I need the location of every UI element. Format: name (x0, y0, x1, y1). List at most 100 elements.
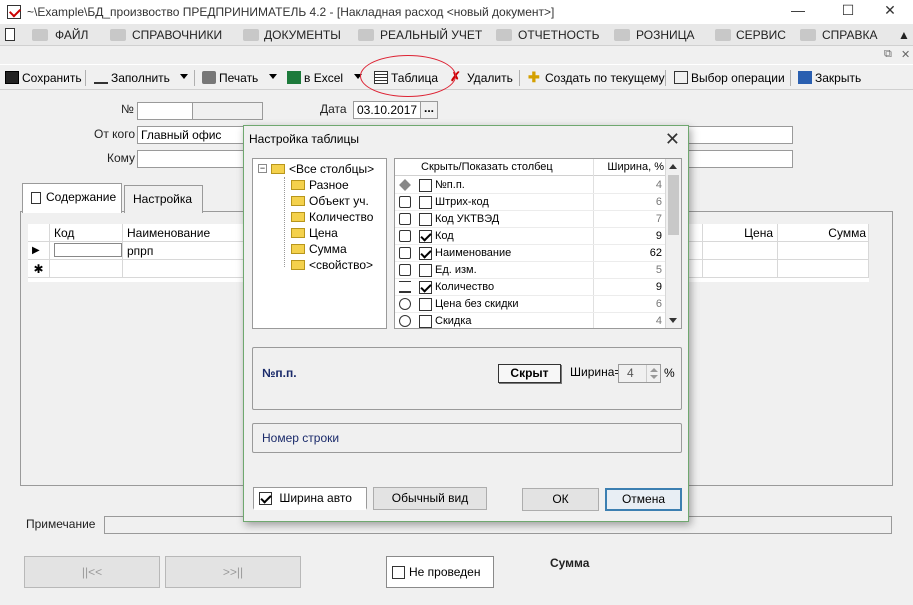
fill-dropdown-icon[interactable] (180, 74, 188, 79)
toolbar-separator (790, 70, 791, 86)
grid-cell-price[interactable] (703, 242, 778, 260)
tree-node-property[interactable]: <свойство> (291, 257, 373, 273)
close-document-button[interactable]: Закрыть (798, 68, 861, 88)
delete-button[interactable]: ✗ Удалить (450, 68, 513, 88)
column-visibility-checkbox[interactable] (419, 213, 432, 226)
mdi-restore-button[interactable]: ⧉ (884, 48, 892, 61)
grid-header-sum[interactable]: Сумма (778, 224, 869, 242)
tab-settings[interactable]: Настройка (124, 185, 203, 213)
column-width: 5 (655, 264, 662, 276)
excel-button[interactable]: в Excel (287, 68, 343, 88)
menu-references[interactable]: СПРАВОЧНИКИ (132, 24, 222, 46)
grid-cell-sum[interactable] (778, 242, 869, 260)
tree-node-price[interactable]: Цена (291, 225, 338, 241)
help-arrow-icon[interactable]: ▲ (898, 24, 910, 46)
dialog-title: Настройка таблицы (249, 132, 359, 146)
date-label: Дата (320, 102, 347, 116)
menu-documents[interactable]: ДОКУМЕНТЫ (264, 24, 341, 46)
column-row[interactable]: Наименование 62 (395, 245, 666, 262)
column-name-header: Скрыть/Показать столбец (421, 161, 553, 173)
choose-operation-button[interactable]: Выбор операции (674, 68, 785, 88)
coin-icon (399, 315, 411, 327)
folder-icon (291, 227, 305, 238)
column-row[interactable]: №п.п. 4 (395, 177, 666, 194)
tree-node-object[interactable]: Объект уч. (291, 193, 369, 209)
column-row[interactable]: Скидка 4 (395, 313, 666, 328)
folder-icon (32, 29, 48, 41)
grid-header-price[interactable]: Цена (703, 224, 778, 242)
tree-node-all[interactable]: <Все столбцы> (271, 161, 374, 177)
toolbar-separator (85, 70, 86, 86)
cancel-button[interactable]: Отмена (605, 488, 682, 511)
tab-content[interactable]: Содержание (22, 183, 122, 213)
new-row-icon[interactable]: ✱ (28, 260, 50, 278)
column-visibility-checkbox[interactable] (419, 230, 432, 243)
dialog-close-button[interactable]: ✕ (665, 128, 680, 150)
tree-node-misc[interactable]: Разное (291, 177, 349, 193)
close-window-button[interactable]: ✕ (867, 0, 913, 22)
column-visibility-checkbox[interactable] (419, 298, 432, 311)
tree-line (284, 177, 285, 267)
auto-width-checkbox[interactable] (259, 492, 272, 506)
column-visibility-checkbox[interactable] (419, 315, 432, 328)
column-row[interactable]: Код УКТВЭД 7 (395, 211, 666, 228)
new-row-cell[interactable] (703, 260, 778, 278)
column-row[interactable]: Код 9 (395, 228, 666, 245)
mdi-close-button[interactable]: ✕ (901, 48, 910, 61)
menu-file[interactable]: ФАЙЛ (55, 24, 88, 46)
maximize-button[interactable]: ☐ (825, 0, 871, 22)
scroll-up-icon[interactable] (669, 164, 677, 169)
column-visibility-checkbox[interactable] (419, 264, 432, 277)
scroll-thumb[interactable] (668, 175, 679, 235)
column-row[interactable]: Штрих-код 6 (395, 194, 666, 211)
ok-button[interactable]: ОК (522, 488, 599, 511)
menu-reports[interactable]: ОТЧЕТНОСТЬ (518, 24, 599, 46)
note-label: Примечание (26, 517, 96, 531)
new-row-cell[interactable] (50, 260, 123, 278)
minimize-button[interactable]: — (775, 0, 821, 22)
folder-icon (291, 179, 305, 190)
operation-icon (674, 71, 688, 85)
column-visibility-checkbox[interactable] (419, 247, 432, 260)
auto-width-toggle[interactable]: Ширина авто (253, 487, 367, 510)
print-dropdown-icon[interactable] (269, 74, 277, 79)
column-row[interactable]: Цена без скидки 6 (395, 296, 666, 313)
column-visibility-checkbox[interactable] (419, 179, 432, 192)
column-visibility-checkbox[interactable] (419, 196, 432, 209)
row-selector-icon[interactable]: ▶ (28, 242, 50, 260)
tree-node-quantity[interactable]: Количество (291, 209, 373, 225)
posted-checkbox[interactable] (392, 566, 405, 579)
print-button[interactable]: Печать (202, 68, 258, 88)
column-name: Штрих-код (435, 196, 489, 208)
columns-list-scrollbar[interactable] (665, 159, 681, 328)
visibility-toggle-button[interactable]: Скрыт (498, 364, 561, 383)
normal-view-button[interactable]: Обычный вид (373, 487, 487, 510)
menu-retail[interactable]: РОЗНИЦА (636, 24, 695, 46)
menu-service[interactable]: СЕРВИС (736, 24, 786, 46)
number-field[interactable] (137, 102, 193, 120)
nav-first-button[interactable]: ||<< (24, 556, 160, 588)
coin-icon (399, 298, 411, 310)
stepper-arrows-icon[interactable] (646, 365, 660, 382)
tree-collapse-toggle[interactable]: − (258, 164, 267, 173)
column-row[interactable]: Количество 9 (395, 279, 666, 296)
menu-help[interactable]: СПРАВКА (822, 24, 878, 46)
new-row-cell[interactable] (778, 260, 869, 278)
grid-header-code[interactable]: Код (50, 224, 123, 242)
tree-node-sum[interactable]: Сумма (291, 241, 347, 257)
table-row[interactable] (50, 242, 123, 260)
grid-cell-code[interactable] (54, 243, 122, 257)
create-from-current-button[interactable]: ✚ Создать по текущему (528, 68, 665, 88)
width-stepper[interactable]: 4 (618, 364, 661, 383)
column-row[interactable]: Ед. изм. 5 (395, 262, 666, 279)
nav-next-button[interactable]: >>|| (165, 556, 301, 588)
menu-real-accounting[interactable]: РЕАЛЬНЫЙ УЧЕТ (380, 24, 482, 46)
date-field[interactable]: 03.10.2017 (353, 101, 421, 119)
retail-icon (614, 29, 630, 41)
fill-button[interactable]: Заполнить (94, 68, 170, 88)
date-picker-button[interactable]: ... (420, 101, 438, 119)
scroll-down-icon[interactable] (669, 318, 677, 323)
column-visibility-checkbox[interactable] (419, 281, 432, 294)
columns-list: Скрыть/Показать столбец Ширина, % №п.п. 4… (394, 158, 682, 329)
save-button[interactable]: Сохранить (5, 68, 82, 88)
